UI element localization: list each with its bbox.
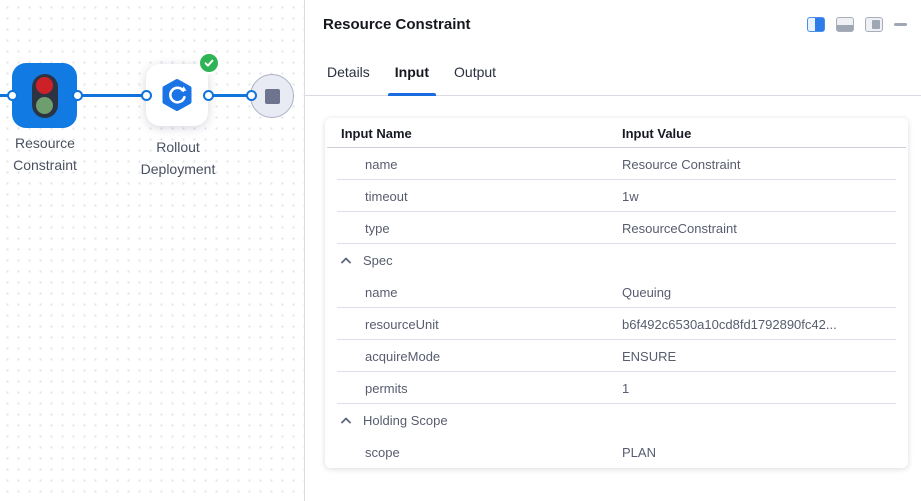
input-value: 1w (622, 189, 908, 204)
table-group-row: Holding Scope (325, 404, 908, 436)
input-value: Queuing (622, 285, 908, 300)
panel-title: Resource Constraint (323, 16, 471, 33)
tab-input[interactable]: Input (395, 48, 429, 95)
input-value: 1 (622, 381, 908, 396)
panel-bottom-icon[interactable] (836, 17, 854, 32)
table-row: resourceUnit b6f492c6530a10cd8fd1792890fc… (325, 308, 908, 340)
table-row: name Resource Constraint (325, 148, 908, 180)
traffic-light-icon (32, 74, 58, 118)
table-header-row: Input Name Input Value (325, 118, 908, 148)
port-handle[interactable] (72, 90, 83, 101)
node-label: Rollout Deployment (122, 137, 234, 180)
traffic-light-red (36, 77, 53, 94)
input-value: b6f492c6530a10cd8fd1792890fc42... (622, 317, 908, 332)
details-panel: Resource Constraint Details Input Output (304, 0, 921, 501)
traffic-light-green (36, 97, 53, 114)
input-name: resourceUnit (365, 317, 439, 332)
chevron-up-icon[interactable] (341, 257, 351, 264)
table-row: type ResourceConstraint (325, 212, 908, 244)
tab-output[interactable]: Output (454, 48, 496, 95)
node-end[interactable] (250, 74, 294, 118)
table-row: timeout 1w (325, 180, 908, 212)
input-value: ENSURE (622, 349, 908, 364)
input-name: Spec (363, 253, 393, 268)
input-table: Input Name Input Value name Resource Cons… (325, 118, 908, 468)
tab-bar: Details Input Output (305, 48, 921, 96)
port-handle[interactable] (203, 90, 214, 101)
table-group-row: Spec (325, 244, 908, 276)
node-rollout-deployment[interactable] (146, 64, 208, 126)
node-resource-constraint[interactable] (12, 63, 77, 128)
port-handle[interactable] (141, 90, 152, 101)
table-row: scope PLAN (325, 436, 908, 468)
column-header-input-name: Input Name (341, 126, 622, 141)
input-name: timeout (365, 189, 408, 204)
minimize-icon[interactable] (894, 23, 907, 26)
panel-right-icon[interactable] (807, 17, 825, 32)
input-name: type (365, 221, 390, 236)
input-name: permits (365, 381, 408, 396)
input-value: Resource Constraint (622, 157, 908, 172)
table-row: acquireMode ENSURE (325, 340, 908, 372)
port-handle[interactable] (7, 90, 18, 101)
panel-controls (807, 17, 907, 32)
column-header-input-value: Input Value (622, 126, 908, 141)
table-row: name Queuing (325, 276, 908, 308)
input-name: acquireMode (365, 349, 440, 364)
tab-details[interactable]: Details (327, 48, 370, 95)
input-value: ResourceConstraint (622, 221, 908, 236)
input-name: Holding Scope (363, 413, 448, 428)
input-name: scope (365, 445, 400, 460)
success-check-icon (198, 52, 220, 74)
input-name: name (365, 285, 398, 300)
rollout-icon (160, 78, 194, 112)
flow-canvas[interactable]: Resource Constraint Rollout Deployment (0, 0, 304, 501)
stop-square-icon (265, 89, 280, 104)
input-table-body: name Resource Constraint timeout 1w type Reso… (325, 148, 908, 468)
port-handle[interactable] (246, 90, 257, 101)
edge-connector (75, 94, 148, 97)
panel-float-icon[interactable] (865, 17, 883, 32)
node-label: Resource Constraint (0, 133, 100, 176)
workflow-editor: Resource Constraint Rollout Deployment R… (0, 0, 921, 501)
table-row: permits 1 (325, 372, 908, 404)
input-value: PLAN (622, 445, 908, 460)
panel-header: Resource Constraint (305, 0, 921, 48)
chevron-up-icon[interactable] (341, 417, 351, 424)
input-name: name (365, 157, 398, 172)
